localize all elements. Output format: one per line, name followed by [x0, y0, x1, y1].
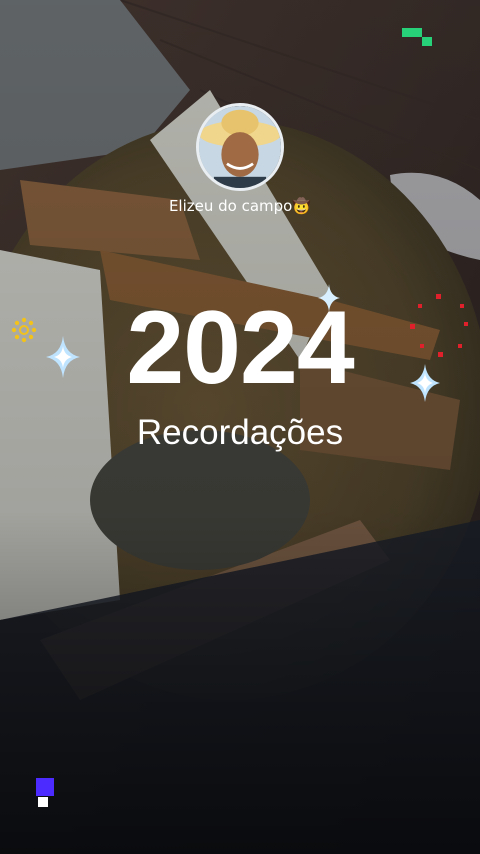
username: Elizeu do campo🤠: [168, 197, 312, 215]
story-canvas[interactable]: Elizeu do campo🤠 2024 Recordações: [0, 0, 480, 854]
pixel-blocks-icon: [36, 778, 54, 807]
pixel-blocks-icon: [402, 28, 432, 46]
subtitle: Recordações: [136, 413, 344, 452]
year-title: 2024: [126, 290, 354, 406]
avatar[interactable]: [196, 103, 284, 191]
